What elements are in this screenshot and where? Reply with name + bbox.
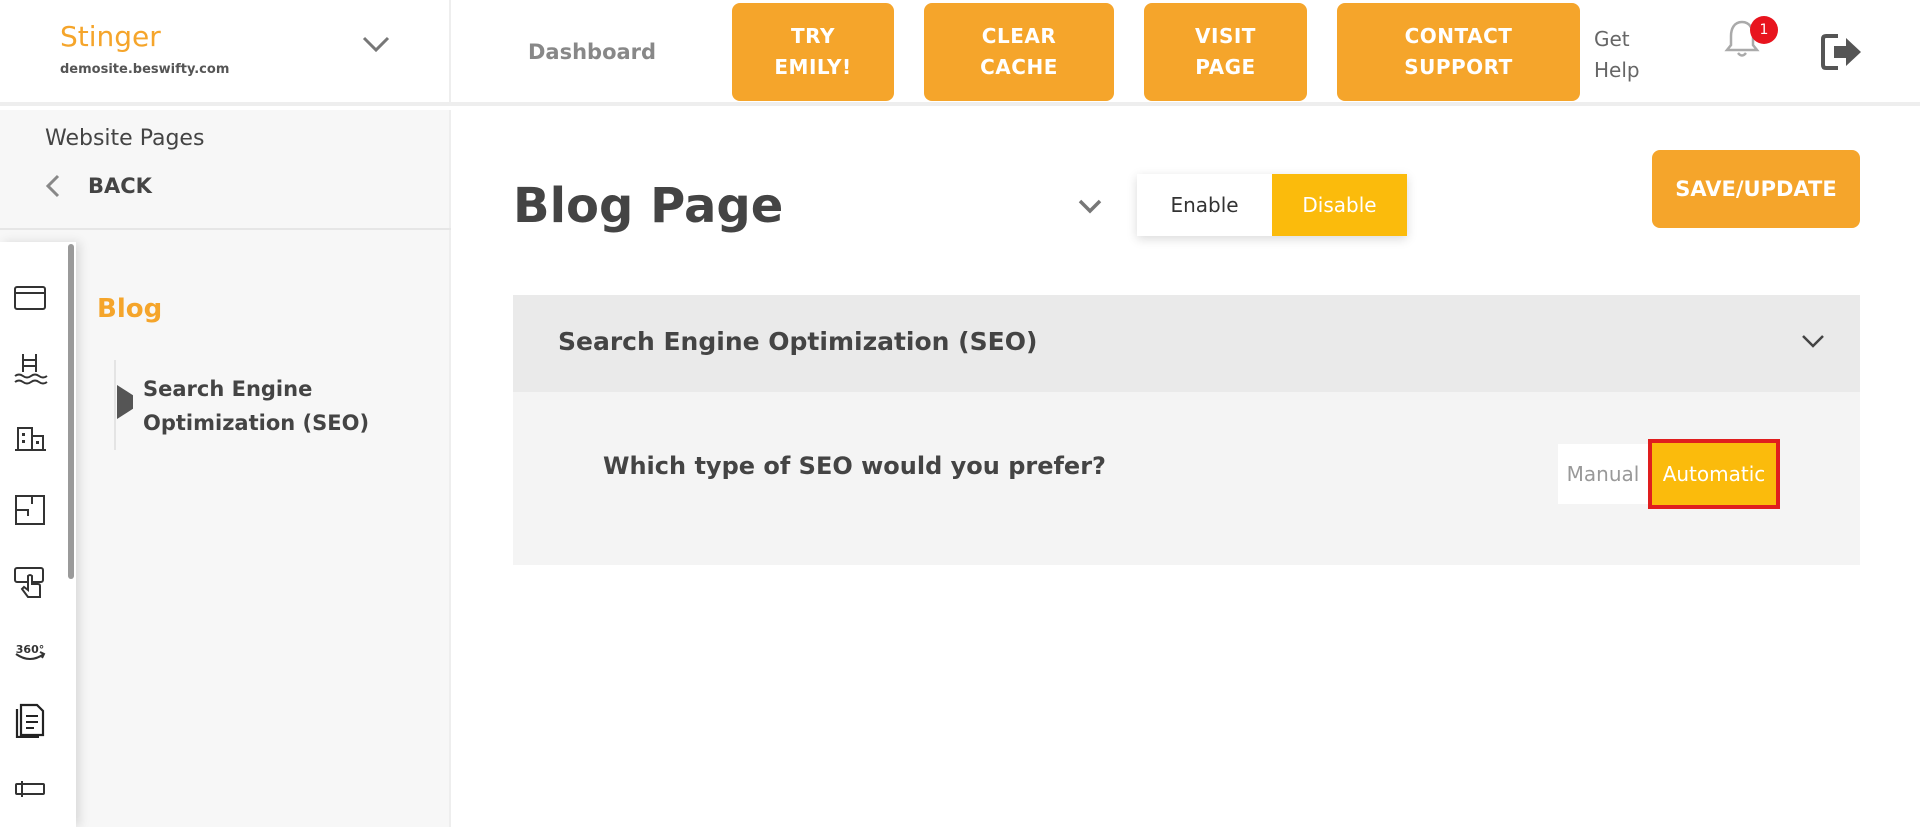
pool-icon[interactable] bbox=[12, 350, 48, 386]
visit-page-label-1: VISIT bbox=[1195, 24, 1256, 48]
clear-cache-label-2: CACHE bbox=[980, 55, 1058, 79]
try-emily-label-1: TRY bbox=[791, 24, 835, 48]
chevron-down-icon[interactable] bbox=[1800, 331, 1826, 351]
seo-accordion-body: Which type of SEO would you prefer? Manu… bbox=[513, 392, 1860, 565]
sidebar-title: Website Pages bbox=[45, 126, 205, 151]
chevron-down-icon[interactable] bbox=[1077, 196, 1103, 216]
floor-plan-icon[interactable] bbox=[12, 492, 48, 528]
save-update-button[interactable]: SAVE/UPDATE bbox=[1652, 150, 1860, 228]
enable-disable-toggle: Enable Disable bbox=[1137, 174, 1407, 236]
seo-manual-option[interactable]: Manual bbox=[1558, 444, 1648, 504]
back-label: BACK bbox=[88, 174, 152, 198]
page-title: Blog Page bbox=[513, 178, 784, 234]
get-help-label-1: Get bbox=[1594, 27, 1630, 51]
brand-name: Stinger bbox=[60, 20, 161, 53]
sidebar-item-seo[interactable]: Search Engine Optimization (SEO) bbox=[143, 372, 393, 440]
buildings-icon[interactable] bbox=[12, 420, 48, 456]
enable-option[interactable]: Enable bbox=[1137, 174, 1272, 236]
sub-item-guide-line bbox=[114, 360, 116, 450]
disable-option[interactable]: Disable bbox=[1272, 174, 1407, 236]
chevron-left-icon bbox=[45, 174, 60, 198]
browser-window-icon[interactable] bbox=[12, 280, 48, 316]
brand-selector[interactable]: Stinger demosite.beswifty.com bbox=[0, 0, 451, 106]
chevron-down-icon[interactable] bbox=[360, 32, 392, 56]
clear-cache-button[interactable]: CLEAR CACHE bbox=[924, 3, 1114, 101]
document-icon[interactable] bbox=[12, 702, 48, 738]
get-help-label-2: Help bbox=[1594, 58, 1640, 82]
contact-support-label-2: SUPPORT bbox=[1404, 55, 1513, 79]
sidebar-scrollbar[interactable] bbox=[68, 244, 74, 579]
sidebar: Website Pages BACK 360° Blog Search Engi… bbox=[0, 110, 451, 827]
360-view-icon[interactable]: 360° bbox=[12, 634, 48, 670]
clear-cache-label-1: CLEAR bbox=[981, 24, 1057, 48]
touch-screen-icon[interactable] bbox=[12, 564, 48, 600]
back-button[interactable]: BACK bbox=[40, 172, 152, 200]
seo-question: Which type of SEO would you prefer? bbox=[603, 452, 1106, 480]
try-emily-label-2: EMILY! bbox=[774, 55, 852, 79]
svg-text:360°: 360° bbox=[16, 643, 44, 656]
sidebar-section-blog[interactable]: Blog bbox=[97, 294, 162, 324]
icon-rail: 360° bbox=[0, 242, 76, 827]
seo-accordion-header[interactable]: Search Engine Optimization (SEO) bbox=[513, 295, 1860, 392]
seo-section-title: Search Engine Optimization (SEO) bbox=[558, 327, 1038, 356]
active-marker-icon bbox=[117, 385, 133, 419]
logout-icon[interactable] bbox=[1820, 32, 1864, 72]
sidebar-divider bbox=[0, 228, 451, 230]
top-header: Stinger demosite.beswifty.com Dashboard … bbox=[0, 0, 1920, 106]
try-emily-button[interactable]: TRY EMILY! bbox=[732, 3, 894, 101]
form-icon[interactable] bbox=[12, 772, 48, 808]
visit-page-button[interactable]: VISIT PAGE bbox=[1144, 3, 1307, 101]
brand-domain: demosite.beswifty.com bbox=[60, 62, 230, 77]
get-help-link[interactable]: Get Help bbox=[1594, 24, 1640, 86]
visit-page-label-2: PAGE bbox=[1195, 55, 1256, 79]
dashboard-link[interactable]: Dashboard bbox=[528, 40, 656, 64]
contact-support-button[interactable]: CONTACT SUPPORT bbox=[1337, 3, 1580, 101]
contact-support-label-1: CONTACT bbox=[1404, 24, 1513, 48]
seo-automatic-option[interactable]: Automatic bbox=[1648, 439, 1780, 509]
notification-badge: 1 bbox=[1750, 16, 1778, 44]
seo-type-toggle: Manual Automatic bbox=[1558, 439, 1780, 509]
